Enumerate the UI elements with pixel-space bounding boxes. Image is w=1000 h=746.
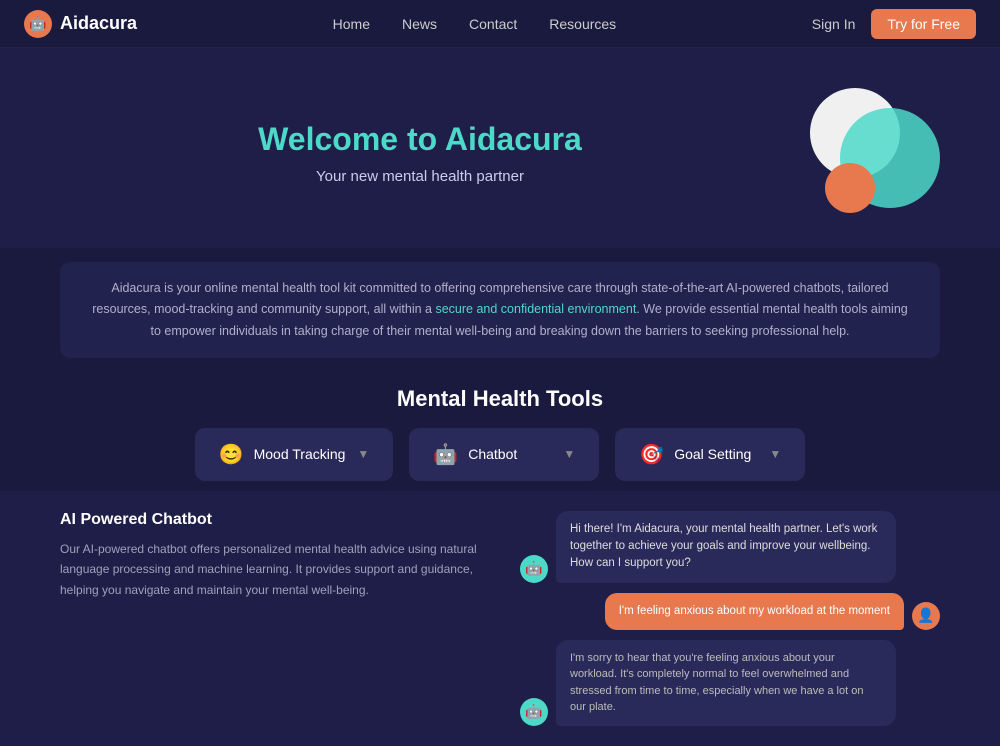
bot-avatar-1: 🤖	[520, 555, 548, 583]
goal-chevron-icon: ▼	[769, 447, 781, 461]
goal-label: Goal Setting	[674, 446, 751, 462]
hero-subtitle: Your new mental health partner	[60, 168, 780, 185]
chatbot-card-icon: 🤖	[433, 442, 458, 467]
try-button[interactable]: Try for Free	[871, 9, 976, 39]
description-box: Aidacura is your online mental health to…	[60, 262, 940, 358]
chatbot-section: AI Powered Chatbot Our AI-powered chatbo…	[0, 491, 1000, 746]
tool-card-chatbot[interactable]: 🤖 Chatbot ▼	[409, 428, 599, 481]
tools-cards: 😊 Mood Tracking ▼ 🤖 Chatbot ▼ 🎯 Goal Set…	[60, 428, 940, 481]
description-link[interactable]: secure and confidential environment	[435, 302, 636, 316]
nav-links: Home News Contact Resources	[333, 16, 617, 32]
chat-bubble-bot-2: I'm sorry to hear that you're feeling an…	[556, 640, 896, 726]
chat-bubble-user: I'm feeling anxious about my workload at…	[605, 593, 904, 630]
hero-text: Welcome to Aidacura Your new mental heal…	[60, 121, 780, 185]
chatbot-label: Chatbot	[468, 446, 517, 462]
tools-title: Mental Health Tools	[60, 386, 940, 412]
logo-icon: 🤖	[24, 10, 52, 38]
circle-orange	[825, 163, 875, 213]
nav-news[interactable]: News	[402, 16, 437, 32]
mood-chevron-icon: ▼	[357, 447, 369, 461]
nav-resources[interactable]: Resources	[549, 16, 616, 32]
mood-label: Mood Tracking	[254, 446, 346, 462]
chat-message-bot-2: 🤖 I'm sorry to hear that you're feeling …	[520, 640, 940, 726]
chat-message-user: 👤 I'm feeling anxious about my workload …	[520, 593, 940, 630]
chat-bubble-bot-1: Hi there! I'm Aidacura, your mental heal…	[556, 511, 896, 583]
logo[interactable]: 🤖 Aidacura	[24, 10, 137, 38]
chat-message-bot-1: 🤖 Hi there! I'm Aidacura, your mental he…	[520, 511, 940, 583]
chatbot-description: Our AI-powered chatbot offers personaliz…	[60, 539, 480, 600]
nav-contact[interactable]: Contact	[469, 16, 517, 32]
logo-text: Aidacura	[60, 13, 137, 34]
bot-avatar-2: 🤖	[520, 698, 548, 726]
tools-section: Mental Health Tools 😊 Mood Tracking ▼ 🤖 …	[0, 372, 1000, 491]
navbar: 🤖 Aidacura Home News Contact Resources S…	[0, 0, 1000, 48]
chatbot-chevron-icon: ▼	[563, 447, 575, 461]
hero-graphic	[780, 78, 940, 228]
tool-card-mood[interactable]: 😊 Mood Tracking ▼	[195, 428, 394, 481]
chatbot-ui: 🤖 Hi there! I'm Aidacura, your mental he…	[520, 511, 940, 726]
chatbot-info: AI Powered Chatbot Our AI-powered chatbo…	[60, 511, 480, 600]
mood-icon: 😊	[219, 442, 244, 467]
hero-title-accent: cura	[514, 121, 582, 157]
goal-icon: 🎯	[639, 442, 664, 467]
nav-home[interactable]: Home	[333, 16, 370, 32]
tool-card-goal[interactable]: 🎯 Goal Setting ▼	[615, 428, 805, 481]
user-avatar: 👤	[912, 602, 940, 630]
chatbot-section-title: AI Powered Chatbot	[60, 511, 480, 529]
signin-button[interactable]: Sign In	[812, 16, 856, 32]
hero-title: Welcome to Aidacura	[60, 121, 780, 158]
nav-actions: Sign In Try for Free	[812, 9, 976, 39]
hero-title-prefix: Welcome to Aida	[258, 121, 514, 157]
hero-section: Welcome to Aidacura Your new mental heal…	[0, 48, 1000, 248]
